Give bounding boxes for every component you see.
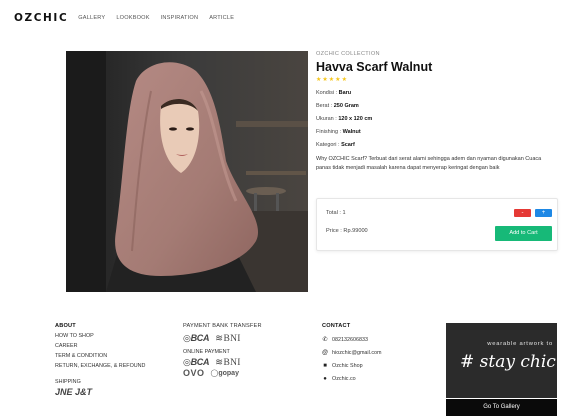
shipping-logos: JNE J&T [55,387,93,397]
contact-email[interactable]: @ hiozchic@gmail.com [322,350,382,356]
contact-shop[interactable]: ■ Ozchic Shop [322,363,382,369]
whatsapp-icon: ✆ [322,337,328,343]
nav-link-article[interactable]: ARTICLE [209,15,234,21]
bca-logo: ◎BCA [183,333,210,343]
go-to-gallery-button[interactable]: Go To Gallery [446,399,557,416]
brand-logo[interactable]: OZCHIC [14,12,68,24]
price-label: Price : Rp.99000 [326,228,368,234]
collection-label: OZCHIC COLLECTION [316,51,380,57]
facebook-icon: ■ [323,363,327,369]
contact-heading: CONTACT [322,323,351,329]
footer-contact: CONTACT ✆ 082132606833 @ hiozchic@gmail.co… [322,323,382,382]
bank-transfer-heading: PAYMENT BANK TRANSFER [183,323,262,329]
star-icon: ★ [322,77,328,83]
increase-quantity-button[interactable]: + [535,209,552,217]
ewallet-logos: OVO ◯gopay [183,368,262,378]
product-photo [66,51,308,292]
about-heading: ABOUT [55,323,76,329]
footer-link-career[interactable]: CAREER [55,343,145,349]
contact-site[interactable]: ● Ozchic.co [322,376,382,382]
gopay-logo: ◯gopay [210,370,239,377]
attr-berat: Berat : 250 Gram [316,103,359,109]
bank-logos: ◎BCA ≋BNI [183,333,262,344]
attr-ukuran: Ukuran : 120 x 120 cm [316,116,373,122]
add-to-cart-button[interactable]: Add to Cart [495,226,552,241]
at-icon: @ [322,350,329,356]
top-nav: OZCHIC GALLERY LOOKBOOK INSPIRATION ARTI… [14,10,245,26]
nav-link-gallery[interactable]: GALLERY [78,15,105,21]
footer-link-how-to-shop[interactable]: HOW TO SHOP [55,333,145,339]
online-payment-heading: ONLINE PAYMENT [183,349,230,355]
nav-link-lookbook[interactable]: LOOKBOOK [116,15,149,21]
promo-banner: wearable artwork to # stay chic [446,323,557,398]
bca-mark-icon: ◎ [183,333,191,343]
attr-kondisi: Kondisi : Baru [316,90,352,96]
attr-finishing: Finishing : Walnut [316,129,361,135]
bank-logos-2: ◎BCA ≋BNI [183,357,262,368]
product-photo-illustration [66,51,308,292]
order-box: Total : 1 Price : Rp.99000 - + Add to Ca… [316,198,558,251]
product-description: Why OZCHIC Scarf? Terbuat dari serat ala… [316,156,542,171]
bca-logo: ◎BCA [183,357,210,367]
decrease-quantity-button[interactable]: - [514,209,531,217]
star-icon: ★ [341,77,347,83]
rating-stars: ★ ★ ★ ★ ★ [316,77,556,83]
bca-mark-icon: ◎ [183,357,191,367]
footer-payment: PAYMENT BANK TRANSFER ◎BCA ≋BNI ONLINE P… [183,323,262,378]
ovo-logo: OVO [183,368,205,378]
star-icon: ★ [328,77,335,83]
footer-about: ABOUT HOW TO SHOP CAREER TERM & CONDITIO… [55,323,145,397]
bni-logo: ≋BNI [215,358,241,368]
promo-tagline: wearable artwork to [487,341,553,347]
nav-link-inspiration[interactable]: INSPIRATION [161,15,199,21]
star-icon: ★ [316,77,322,83]
contact-phone[interactable]: ✆ 082132606833 [322,337,382,343]
attr-kategori: Kategori : Scarf [316,142,355,148]
quantity-total: Total : 1 [326,210,346,216]
shipping-heading: SHIPPING [55,379,81,385]
product-title: Havva Scarf Walnut [316,60,433,74]
promo-script-text: # stay chic [460,352,556,372]
product-details: OZCHIC COLLECTION Havva Scarf Walnut ★ ★… [316,51,556,173]
star-icon: ★ [335,77,341,83]
footer-link-terms[interactable]: TERM & CONDITION [55,353,145,359]
bni-logo: ≋BNI [215,334,241,344]
globe-icon: ● [323,376,327,382]
footer-link-return[interactable]: RETURN, EXCHANGE, & REFOUND [55,363,145,369]
